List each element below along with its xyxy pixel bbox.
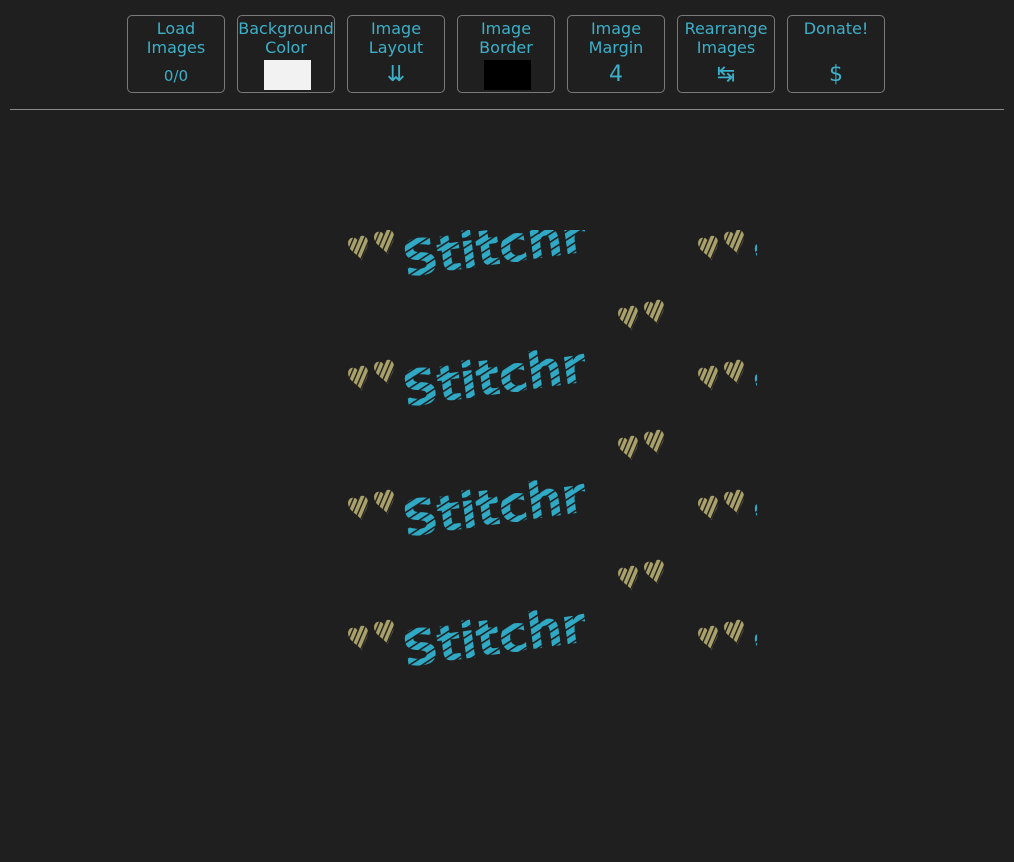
background-color-swatch[interactable] [264, 60, 311, 90]
image-border-button[interactable]: Image Border [457, 15, 555, 93]
load-images-label: Load Images [146, 19, 206, 57]
center-tile-2 [347, 299, 668, 419]
toolbar: Load Images 0/0 Background Color Image Layo… [0, 15, 1014, 95]
margin-value: 4 [609, 62, 623, 87]
center-tile-4 [347, 559, 668, 679]
donate-label: Donate! [803, 19, 869, 38]
rearrange-images-button[interactable]: Rearrange Images ↹ [677, 15, 775, 93]
image-layout-button[interactable]: Image Layout ⇊ [347, 15, 445, 93]
image-margin-button[interactable]: Image Margin 4 [567, 15, 665, 93]
right-tile-2 [697, 429, 757, 549]
dollar-icon: $ [829, 62, 843, 87]
load-images-button[interactable]: Load Images 0/0 [127, 15, 225, 93]
double-down-arrow-icon: ⇊ [386, 62, 406, 87]
right-tile-3 [697, 559, 757, 679]
image-margin-label: Image Margin [588, 19, 644, 57]
donate-button[interactable]: Donate! $ [787, 15, 885, 93]
center-tile-3 [347, 429, 668, 549]
image-border-label: Image Border [479, 19, 533, 57]
stitched-image: Stitchr [257, 230, 757, 730]
background-color-label: Background Color [238, 19, 334, 57]
loaded-count: 0/0 [163, 67, 189, 85]
border-color-swatch[interactable] [484, 60, 531, 90]
rearrange-images-label: Rearrange Images [684, 19, 768, 57]
image-layout-label: Image Layout [368, 19, 424, 57]
toolbar-divider [10, 109, 1004, 110]
background-color-button[interactable]: Background Color [237, 15, 335, 93]
right-tile-1 [697, 299, 757, 419]
right-tile-0 [697, 230, 757, 289]
stitched-image-canvas: Stitchr [257, 230, 757, 730]
tab-arrows-icon: ↹ [716, 62, 736, 87]
center-tile-1 [347, 230, 668, 289]
